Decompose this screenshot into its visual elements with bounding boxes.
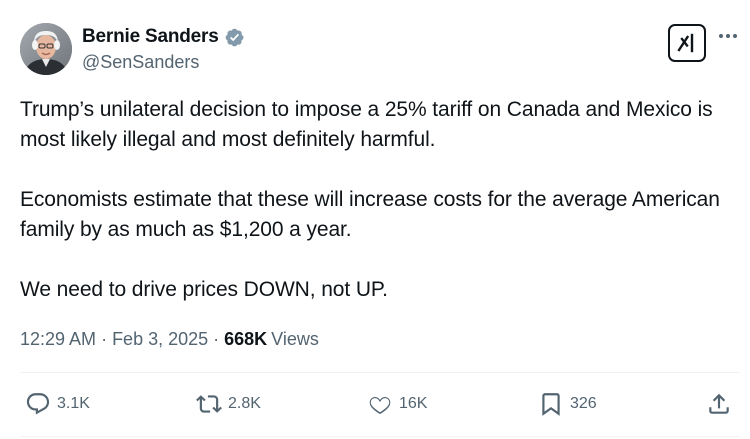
tweet-paragraph: Economists estimate that these will incr… [20,188,720,241]
name-row: Bernie Sanders [82,25,245,49]
bookmark-count: 326 [570,395,597,412]
reply-icon [26,393,50,415]
author-display-name[interactable]: Bernie Sanders [82,26,219,48]
meta-separator: · [213,329,220,349]
reply-button[interactable]: 3.1K [25,392,90,416]
more-dot [719,34,723,38]
repost-icon [196,395,222,413]
avatar-image [20,23,72,75]
verified-badge-icon[interactable] [224,27,245,48]
views-label[interactable]: Views [271,329,319,350]
bookmark-button[interactable]: 326 [538,392,597,416]
views-count[interactable]: 668K [224,329,267,350]
repost-button[interactable]: 2.8K [196,392,261,416]
tweet-time[interactable]: 12:29 AM [20,329,96,350]
repost-count: 2.8K [228,395,261,412]
divider [20,436,740,437]
author-handle[interactable]: @SenSanders [82,52,245,73]
more-icon[interactable] [716,29,740,43]
author-block: Bernie Sanders @SenSanders [82,25,245,73]
reply-count: 3.1K [57,395,90,412]
tweet-paragraph: Trump’s unilateral decision to impose a … [20,98,713,151]
share-icon [709,393,729,414]
tweet-meta: 12:29 AM · Feb 3, 2025 · 668K Views [20,329,319,350]
like-button[interactable]: 16K [367,392,427,416]
like-count: 16K [399,395,428,412]
divider [20,372,740,373]
share-button[interactable] [706,392,732,416]
avatar[interactable] [20,23,72,75]
meta-separator: · [101,329,108,349]
tweet-card: Bernie Sanders @SenSanders Trump’s unila… [0,0,750,439]
grok-button[interactable] [668,24,706,62]
grok-icon [677,33,694,53]
bookmark-icon [542,393,560,416]
like-icon [369,396,391,414]
more-dot [733,34,737,38]
tweet-paragraph: We need to drive prices DOWN, not UP. [20,278,388,301]
tweet-text: Trump’s unilateral decision to impose a … [20,95,745,305]
tweet-date[interactable]: Feb 3, 2025 [112,329,208,350]
more-dot [726,34,730,38]
